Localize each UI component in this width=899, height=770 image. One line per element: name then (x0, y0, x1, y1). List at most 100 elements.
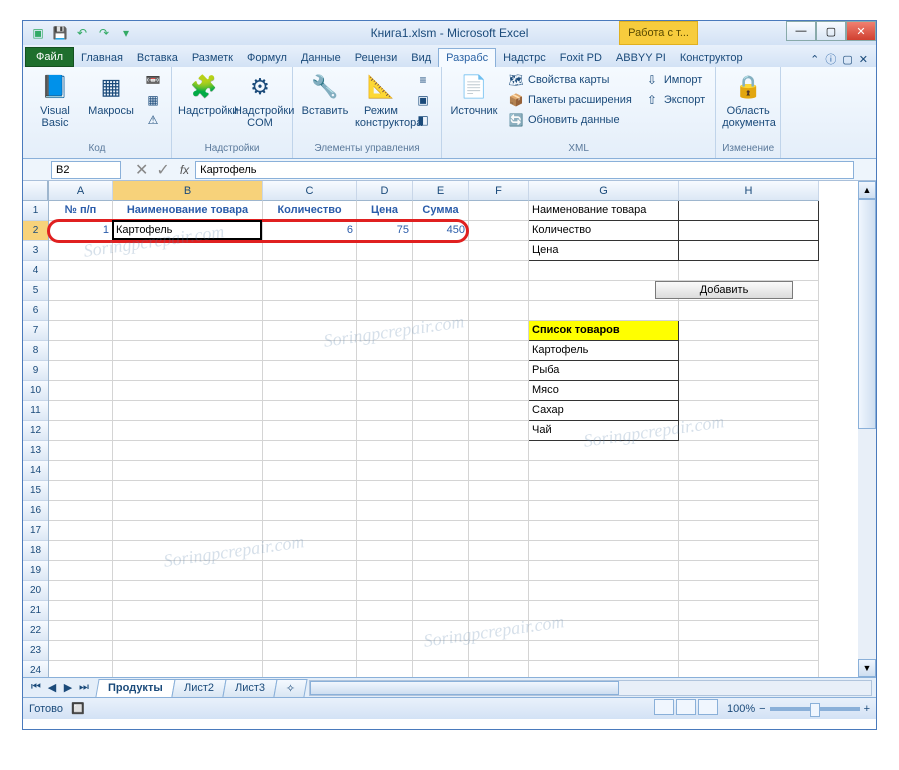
fx-cancel-icon[interactable]: ✕ (131, 160, 152, 180)
cell-F23[interactable] (469, 641, 529, 661)
cell-D4[interactable] (357, 261, 413, 281)
cell-B23[interactable] (113, 641, 263, 661)
tab-insert[interactable]: Вставка (130, 49, 185, 67)
cell-H17[interactable] (679, 521, 819, 541)
cell-G7[interactable]: Список товаров (529, 321, 679, 341)
cell-B24[interactable] (113, 661, 263, 677)
horizontal-scrollbar[interactable] (309, 680, 872, 696)
cell-H21[interactable] (679, 601, 819, 621)
cell-C19[interactable] (263, 561, 357, 581)
cell-A2[interactable]: 1 (49, 221, 113, 241)
cell-H3[interactable] (679, 241, 819, 261)
sheet-tab-3[interactable]: Лист3 (222, 679, 277, 697)
cell-H7[interactable] (679, 321, 819, 341)
cell-E15[interactable] (413, 481, 469, 501)
row-header[interactable]: 16 (23, 501, 48, 521)
cell-E14[interactable] (413, 461, 469, 481)
sheet-tab-active[interactable]: Продукты (95, 679, 175, 697)
cell-E11[interactable] (413, 401, 469, 421)
macro-record-icon[interactable]: 🔲 (71, 702, 85, 715)
cell-D13[interactable] (357, 441, 413, 461)
cell-B8[interactable] (113, 341, 263, 361)
minimize-button[interactable]: — (786, 21, 816, 41)
new-sheet-icon[interactable]: ✧ (273, 679, 307, 697)
cell-D18[interactable] (357, 541, 413, 561)
cell-E19[interactable] (413, 561, 469, 581)
cell-A8[interactable] (49, 341, 113, 361)
cell-D22[interactable] (357, 621, 413, 641)
cell-B18[interactable] (113, 541, 263, 561)
cell-E18[interactable] (413, 541, 469, 561)
cell-E24[interactable] (413, 661, 469, 677)
cell-A12[interactable] (49, 421, 113, 441)
expansion-packs-button[interactable]: 📦Пакеты расширения (504, 91, 636, 109)
col-header-A[interactable]: A (49, 181, 113, 201)
cell-E2[interactable]: 450 (413, 221, 469, 241)
xml-export-button[interactable]: ⇧Экспорт (640, 91, 709, 109)
cell-C14[interactable] (263, 461, 357, 481)
cell-H12[interactable] (679, 421, 819, 441)
cell-C17[interactable] (263, 521, 357, 541)
cell-E16[interactable] (413, 501, 469, 521)
cell-F11[interactable] (469, 401, 529, 421)
file-tab[interactable]: Файл (25, 47, 74, 67)
cell-A24[interactable] (49, 661, 113, 677)
cell-F14[interactable] (469, 461, 529, 481)
cell-D21[interactable] (357, 601, 413, 621)
row-header[interactable]: 6 (23, 301, 48, 321)
cell-C11[interactable] (263, 401, 357, 421)
cell-A14[interactable] (49, 461, 113, 481)
cell-F22[interactable] (469, 621, 529, 641)
cell-D17[interactable] (357, 521, 413, 541)
cell-A16[interactable] (49, 501, 113, 521)
fx-enter-icon[interactable]: ✓ (152, 160, 173, 180)
close-button[interactable]: ✕ (846, 21, 876, 41)
cell-F19[interactable] (469, 561, 529, 581)
cell-G1[interactable]: Наименование товара (529, 201, 679, 221)
cell-F1[interactable] (469, 201, 529, 221)
cell-H11[interactable] (679, 401, 819, 421)
cell-A19[interactable] (49, 561, 113, 581)
cell-C6[interactable] (263, 301, 357, 321)
sheet-tab-2[interactable]: Лист2 (171, 679, 226, 697)
cell-C10[interactable] (263, 381, 357, 401)
row-header[interactable]: 12 (23, 421, 48, 441)
tab-foxit[interactable]: Foxit PD (553, 49, 609, 67)
cell-A10[interactable] (49, 381, 113, 401)
cell-D1[interactable]: Цена (357, 201, 413, 221)
cell-F7[interactable] (469, 321, 529, 341)
cell-C2[interactable]: 6 (263, 221, 357, 241)
cell-D15[interactable] (357, 481, 413, 501)
refresh-data-button[interactable]: 🔄Обновить данные (504, 111, 636, 129)
cell-F16[interactable] (469, 501, 529, 521)
cell-B22[interactable] (113, 621, 263, 641)
cell-F6[interactable] (469, 301, 529, 321)
record-macro-button[interactable]: 📼 (141, 71, 165, 89)
row-header[interactable]: 11 (23, 401, 48, 421)
cell-E8[interactable] (413, 341, 469, 361)
cell-H8[interactable] (679, 341, 819, 361)
cell-H15[interactable] (679, 481, 819, 501)
col-header-B[interactable]: B (113, 181, 263, 201)
window-close-icon[interactable]: ✕ (859, 53, 868, 66)
cell-C4[interactable] (263, 261, 357, 281)
add-button[interactable]: Добавить (655, 281, 793, 299)
row-header[interactable]: 20 (23, 581, 48, 601)
cell-G15[interactable] (529, 481, 679, 501)
cell-D23[interactable] (357, 641, 413, 661)
sheet-nav-prev-icon[interactable]: ◀ (45, 681, 59, 694)
cells-area[interactable]: № п/пНаименование товараКоличествоЦенаСу… (49, 201, 876, 677)
sheet-nav-first-icon[interactable]: ⏮ (29, 681, 43, 694)
cell-B9[interactable] (113, 361, 263, 381)
tab-abbyy[interactable]: ABBYY PI (609, 49, 673, 67)
cell-F17[interactable] (469, 521, 529, 541)
map-properties-button[interactable]: 🗺Свойства карты (504, 71, 636, 89)
zoom-out-icon[interactable]: − (759, 703, 765, 715)
row-header[interactable]: 4 (23, 261, 48, 281)
cell-H23[interactable] (679, 641, 819, 661)
cell-C8[interactable] (263, 341, 357, 361)
cell-G3[interactable]: Цена (529, 241, 679, 261)
cell-G22[interactable] (529, 621, 679, 641)
cell-G16[interactable] (529, 501, 679, 521)
cell-B21[interactable] (113, 601, 263, 621)
